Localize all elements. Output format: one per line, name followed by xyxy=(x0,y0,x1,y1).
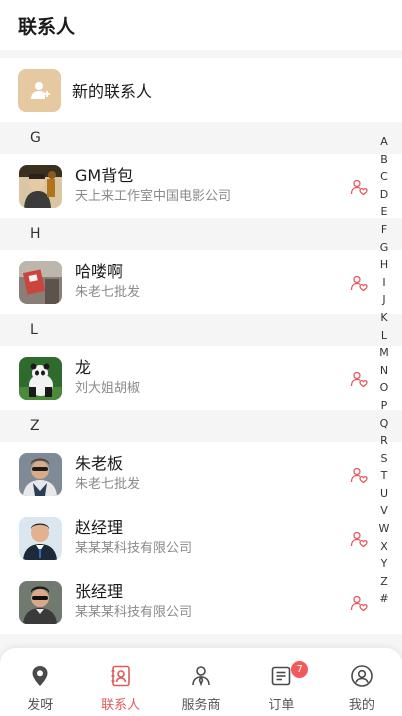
tab-label: 订单 xyxy=(268,698,295,713)
index-letter[interactable]: O xyxy=(376,379,392,397)
index-letter[interactable]: U xyxy=(376,485,392,503)
index-letter[interactable]: V xyxy=(376,502,392,520)
index-letter[interactable]: P xyxy=(376,397,392,415)
contact-name: 赵经理 xyxy=(75,518,124,537)
contact-company: 某某某科技有限公司 xyxy=(75,541,193,556)
contact-row[interactable]: 朱老板 朱老七批发 xyxy=(0,442,402,506)
index-letter[interactable]: Y xyxy=(376,555,392,573)
index-letter[interactable]: S xyxy=(376,450,392,468)
index-letter[interactable]: F xyxy=(376,221,392,239)
section-header-z: Z xyxy=(0,410,402,442)
tab-label: 联系人 xyxy=(101,698,141,713)
favorite-contact-icon[interactable] xyxy=(350,530,368,548)
contact-row[interactable]: 哈喽啊 朱老七批发 xyxy=(0,250,402,314)
contact-name: GM背包 xyxy=(75,166,134,185)
tab-label: 我的 xyxy=(348,698,375,713)
index-letter[interactable]: A xyxy=(376,133,392,151)
avatar xyxy=(19,452,62,496)
index-letter[interactable]: T xyxy=(376,467,392,485)
contact-company: 朱老七批发 xyxy=(75,477,141,492)
contacts-screen: 联系人 新的联系人 G GM背包 天上来工作室中国电影公司 H 哈喽啊 朱老七批… xyxy=(0,0,402,716)
order-count-badge: 7 xyxy=(291,661,309,678)
index-letter[interactable]: R xyxy=(376,432,392,450)
favorite-contact-icon[interactable] xyxy=(350,466,368,484)
index-letter[interactable]: X xyxy=(376,538,392,556)
contact-company: 天上来工作室中国电影公司 xyxy=(75,189,232,204)
index-letter[interactable]: W xyxy=(376,520,392,538)
contacts-book-icon xyxy=(111,665,130,687)
favorite-contact-icon[interactable] xyxy=(350,274,368,292)
contact-name: 张经理 xyxy=(75,582,124,601)
alphabet-index-bar[interactable]: A B C D E F G H I J K L M N O P Q R S T … xyxy=(376,133,392,608)
tab-label: 发呀 xyxy=(27,698,54,713)
order-list-icon xyxy=(272,666,291,686)
profile-icon xyxy=(351,665,373,687)
contact-row[interactable]: 龙 刘大姐胡椒 xyxy=(0,346,402,410)
index-letter[interactable]: I xyxy=(376,274,392,292)
contact-company: 某某某科技有限公司 xyxy=(75,605,193,620)
tab-contacts[interactable]: 联系人 xyxy=(80,648,160,716)
tab-fa-ya[interactable]: 发呀 xyxy=(0,648,80,716)
contact-name: 龙 xyxy=(75,358,92,377)
page-title: 联系人 xyxy=(18,15,76,38)
new-contact-row[interactable]: 新的联系人 xyxy=(0,58,402,122)
section-letter: H xyxy=(30,226,41,242)
avatar xyxy=(19,260,62,304)
index-letter[interactable]: # xyxy=(376,590,392,608)
avatar xyxy=(19,164,62,208)
index-letter[interactable]: K xyxy=(376,309,392,327)
bottom-tab-bar: 发呀 联系人 服务商 订单 7 我的 xyxy=(0,648,402,716)
tab-mine[interactable]: 我的 xyxy=(322,648,402,716)
section-letter: G xyxy=(30,130,41,146)
contact-row[interactable]: 赵经理 某某某科技有限公司 xyxy=(0,506,402,570)
user-tie-icon xyxy=(192,666,210,687)
new-contact-label: 新的联系人 xyxy=(72,82,153,101)
favorite-contact-icon[interactable] xyxy=(350,370,368,388)
avatar xyxy=(19,356,62,400)
contact-row[interactable]: GM背包 天上来工作室中国电影公司 xyxy=(0,154,402,218)
tab-label: 服务商 xyxy=(181,698,221,713)
avatar xyxy=(19,580,62,624)
favorite-contact-icon[interactable] xyxy=(350,594,368,612)
contact-name: 哈喽啊 xyxy=(75,262,124,281)
tab-service-providers[interactable]: 服务商 xyxy=(161,648,241,716)
section-header-h: H xyxy=(0,218,402,250)
index-letter[interactable]: Z xyxy=(376,573,392,591)
index-letter[interactable]: J xyxy=(376,291,392,309)
add-user-icon xyxy=(18,68,61,112)
index-letter[interactable]: M xyxy=(376,344,392,362)
index-letter[interactable]: L xyxy=(376,327,392,345)
contact-row[interactable]: 张经理 某某某科技有限公司 xyxy=(0,570,402,634)
favorite-contact-icon[interactable] xyxy=(350,178,368,196)
page-header: 联系人 xyxy=(0,0,402,50)
index-letter[interactable]: G xyxy=(376,239,392,257)
index-letter[interactable]: E xyxy=(376,203,392,221)
contact-company: 刘大姐胡椒 xyxy=(75,381,141,396)
location-pin-icon xyxy=(32,666,48,686)
index-letter[interactable]: H xyxy=(376,256,392,274)
avatar xyxy=(19,516,62,560)
tab-orders[interactable]: 订单 7 xyxy=(241,648,321,716)
section-letter: Z xyxy=(30,418,40,434)
index-letter[interactable]: N xyxy=(376,362,392,380)
index-letter[interactable]: B xyxy=(376,151,392,169)
contact-company: 朱老七批发 xyxy=(75,285,141,300)
index-letter[interactable]: Q xyxy=(376,415,392,433)
index-letter[interactable]: D xyxy=(376,186,392,204)
section-letter: L xyxy=(30,322,38,338)
contact-name: 朱老板 xyxy=(75,454,124,473)
index-letter[interactable]: C xyxy=(376,168,392,186)
section-header-l: L xyxy=(0,314,402,346)
section-header-g: G xyxy=(0,122,402,154)
